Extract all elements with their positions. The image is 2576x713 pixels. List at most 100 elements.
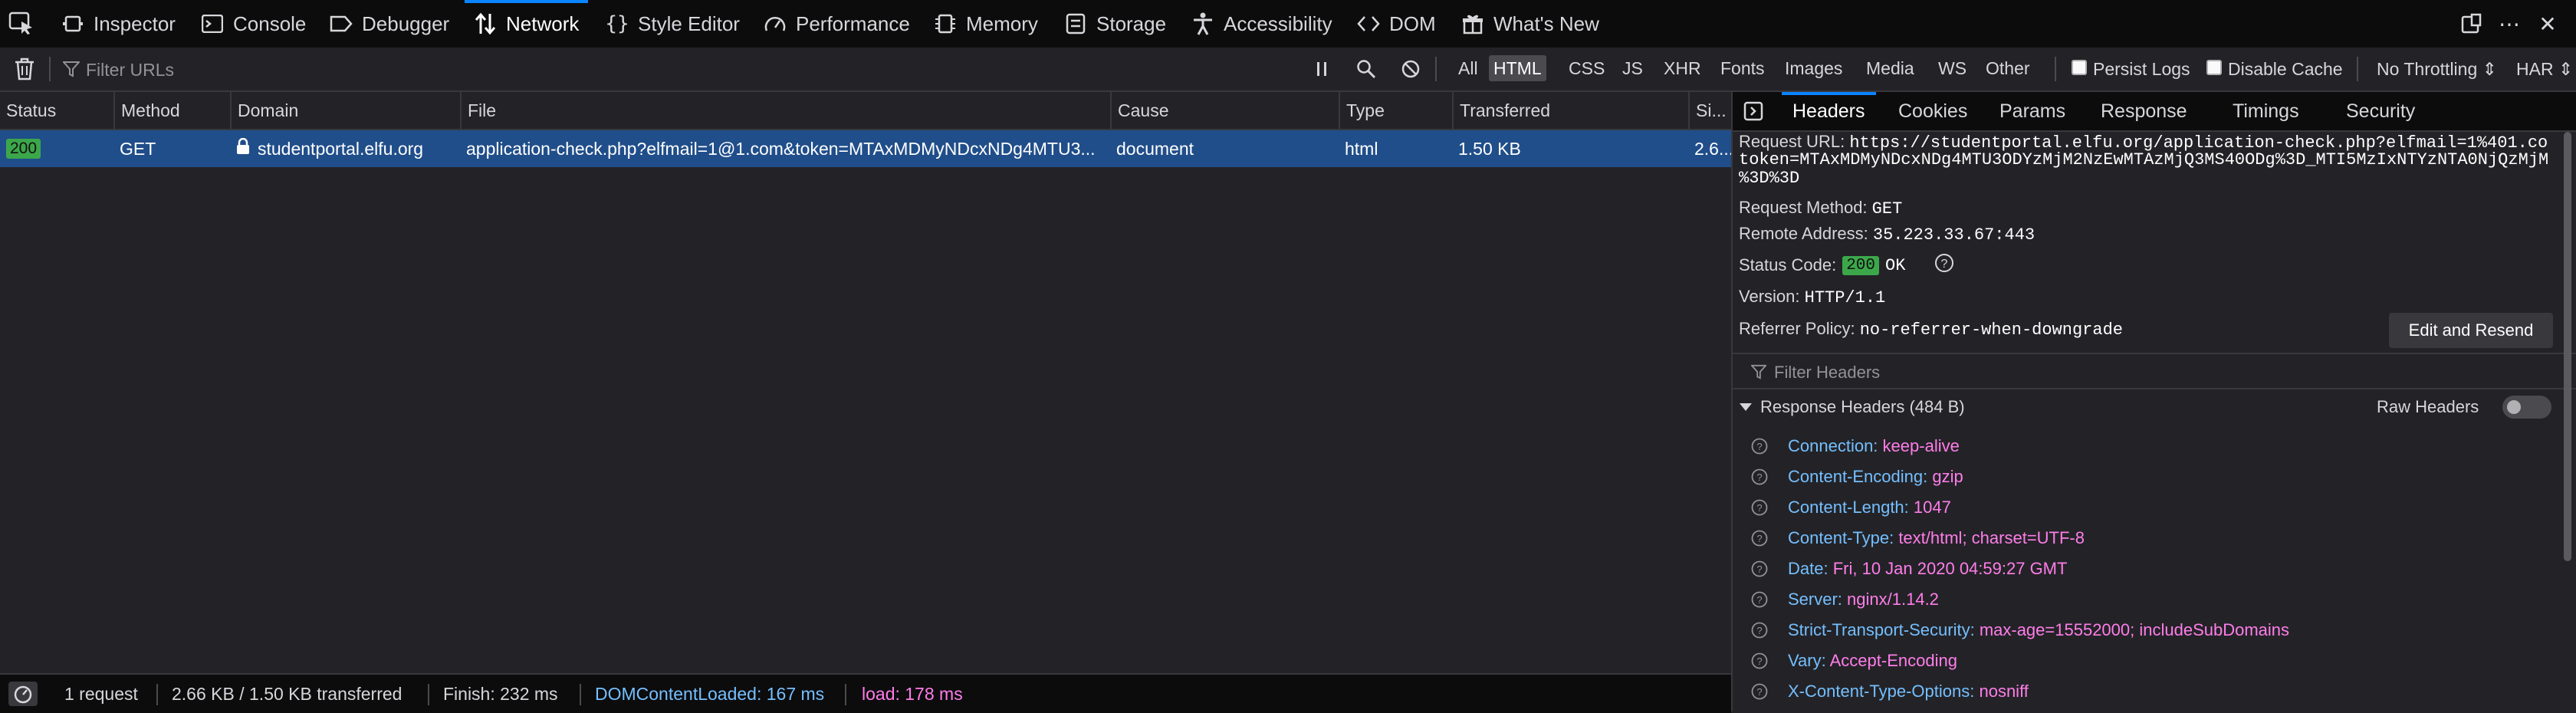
more-icon[interactable]: ⋯ (2496, 11, 2522, 37)
details-scrollbar[interactable] (2562, 132, 2573, 699)
type-filter-ws[interactable]: WS (1934, 55, 1971, 81)
persist-logs-label: Persist Logs (2093, 58, 2190, 79)
help-icon[interactable]: ? (1751, 438, 1768, 455)
separator (2357, 57, 2358, 81)
pause-icon[interactable] (1308, 55, 1336, 83)
help-icon[interactable]: ? (1751, 652, 1768, 669)
svg-text:?: ? (1756, 625, 1762, 636)
help-icon[interactable]: ? (1934, 253, 1954, 278)
tab-params[interactable]: Params (1999, 92, 2065, 130)
filter-urls-input[interactable] (84, 54, 1283, 86)
type-filter-fonts[interactable]: Fonts (1716, 55, 1769, 81)
memory-icon (934, 12, 957, 35)
tab-inspector[interactable]: Inspector (61, 0, 176, 48)
response-headers-section-toggle[interactable]: Response Headers (484 B) (1739, 397, 1965, 417)
tab-whats-new[interactable]: What's New (1461, 0, 1599, 48)
status-cell: 200 (0, 130, 113, 167)
column-type[interactable]: Type (1339, 92, 1452, 129)
filter-icon (1750, 363, 1768, 384)
help-icon[interactable]: ? (1751, 468, 1768, 485)
request-method-label: Request Method: (1739, 198, 1868, 217)
tab-network[interactable]: Network (464, 0, 589, 48)
type-filter-js[interactable]: JS (1618, 55, 1648, 81)
help-icon[interactable]: ? (1751, 591, 1768, 608)
column-method[interactable]: Method (113, 92, 230, 129)
header-value: text/html; charset=UTF-8 (1898, 528, 2085, 547)
tab-label: Inspector (94, 12, 176, 35)
performance-analysis-icon[interactable] (8, 675, 38, 713)
type-filter-xhr[interactable]: XHR (1659, 55, 1706, 81)
tab-accessibility[interactable]: Accessibility (1191, 0, 1332, 48)
throttling-select[interactable]: No Throttling ⇕ (2377, 55, 2497, 83)
tab-performance[interactable]: Performance (764, 0, 910, 48)
network-filter-bar: All HTML CSS JS XHR Fonts Images Media W… (0, 48, 2576, 92)
tab-console[interactable]: Console (201, 0, 306, 48)
header-value: Accept-Encoding (1829, 651, 1957, 670)
tab-headers[interactable]: Headers (1782, 92, 1875, 130)
har-menu[interactable]: HAR ⇕ (2516, 55, 2573, 83)
type-cell: html (1345, 138, 1378, 159)
tab-response[interactable]: Response (2101, 92, 2187, 130)
persist-logs-checkbox[interactable] (2072, 60, 2087, 75)
header-name: X-Content-Type-Options: nosniff (1788, 682, 2029, 701)
header-name: Strict-Transport-Security: max-age=15552… (1788, 620, 2290, 639)
svg-text:?: ? (1756, 502, 1762, 514)
tab-cookies[interactable]: Cookies (1898, 92, 1967, 130)
svg-text:?: ? (1756, 533, 1762, 544)
request-url-row: Request URL: https://studentportal.elfu.… (1739, 132, 2548, 153)
help-icon[interactable]: ? (1751, 560, 1768, 577)
gift-icon (1461, 12, 1484, 35)
header-name: Content-Type: text/html; charset=UTF-8 (1788, 528, 2085, 547)
separator (845, 684, 846, 705)
tab-label: Debugger (362, 12, 450, 35)
filter-headers-input[interactable] (1773, 359, 2466, 386)
help-icon[interactable]: ? (1751, 683, 1768, 700)
search-icon[interactable] (1352, 55, 1380, 83)
cause-cell: document (1116, 138, 1194, 159)
type-filter-html[interactable]: HTML (1489, 55, 1546, 81)
column-file[interactable]: File (460, 92, 1110, 129)
column-size[interactable]: Si... (1688, 92, 1731, 129)
type-filter-css[interactable]: CSS (1564, 55, 1609, 81)
svg-text:?: ? (1941, 258, 1948, 271)
header-name: Connection: keep-alive (1788, 436, 1960, 455)
tab-style-editor[interactable]: {} Style Editor (605, 0, 740, 48)
dom-icon (1357, 12, 1380, 35)
dock-icon[interactable] (2458, 11, 2484, 37)
close-icon[interactable]: ✕ (2535, 11, 2561, 37)
header-value: nosniff (1979, 682, 2029, 701)
column-transferred[interactable]: Transferred (1452, 92, 1688, 129)
type-filter-all[interactable]: All (1454, 55, 1483, 81)
disable-cache-checkbox[interactable] (2206, 60, 2222, 75)
header-name: Date: Fri, 10 Jan 2020 04:59:27 GMT (1788, 559, 2068, 578)
edit-and-resend-button[interactable]: Edit and Resend (2389, 313, 2553, 348)
type-filter-media[interactable]: Media (1861, 55, 1919, 81)
header-value: max-age=15552000; includeSubDomains (1979, 620, 2290, 639)
tab-memory[interactable]: Memory (934, 0, 1038, 48)
table-row[interactable]: 200 GET studentportal.elfu.org applicati… (0, 130, 1731, 167)
type-filter-other[interactable]: Other (1981, 55, 2035, 81)
tab-security[interactable]: Security (2346, 92, 2415, 130)
column-status[interactable]: Status (0, 92, 113, 129)
element-picker-icon[interactable] (8, 11, 35, 35)
help-icon[interactable]: ? (1751, 622, 1768, 639)
trash-icon[interactable] (14, 57, 35, 81)
status-text: OK (1885, 255, 1906, 275)
block-icon[interactable] (1397, 55, 1424, 83)
tab-dom[interactable]: DOM (1357, 0, 1436, 48)
column-cause[interactable]: Cause (1110, 92, 1339, 129)
raw-headers-toggle[interactable] (2502, 396, 2551, 419)
header-value: Fri, 10 Jan 2020 04:59:27 GMT (1832, 559, 2068, 578)
filter-headers-bar (1733, 353, 2576, 389)
tab-storage[interactable]: Storage (1064, 0, 1166, 48)
collapse-panel-icon[interactable] (1743, 92, 1763, 130)
tab-debugger[interactable]: Debugger (330, 0, 449, 48)
help-icon[interactable]: ? (1751, 499, 1768, 516)
scrollbar-thumb[interactable] (2564, 132, 2571, 561)
gauge-icon (764, 12, 787, 35)
column-domain[interactable]: Domain (230, 92, 460, 129)
size-cell: 2.6... (1694, 138, 1731, 159)
help-icon[interactable]: ? (1751, 530, 1768, 547)
tab-timings[interactable]: Timings (2233, 92, 2299, 130)
type-filter-images[interactable]: Images (1780, 55, 1847, 81)
